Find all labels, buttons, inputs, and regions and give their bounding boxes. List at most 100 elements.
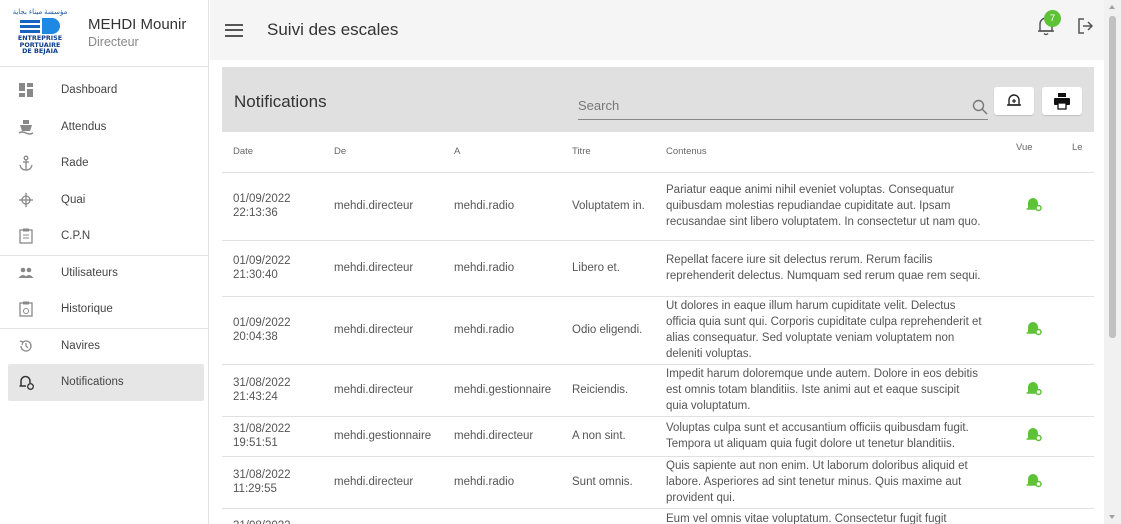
card-header: Notifications [222, 67, 1094, 132]
cell-titre: Odio eligendi. [565, 296, 659, 365]
column-header-titre[interactable]: Titre [565, 132, 659, 173]
company-logo: مؤسسة ميناء بجاية ENTREPRISE PORTUAIRE D… [12, 8, 68, 58]
cell-de: mehdi.directeur [323, 240, 443, 297]
clipboard-icon [16, 226, 36, 246]
cell-vue [994, 296, 1058, 365]
notification-settings-icon [16, 372, 36, 392]
cell-a: mehdi.radio [443, 172, 565, 241]
table-row[interactable]: 31/08/2022 19:51:51 mehdi.gestionnaire me… [222, 416, 1094, 457]
notification-count-badge: 7 [1044, 10, 1061, 27]
cell-date: 31/08/2022 19:51:51 [222, 416, 323, 457]
sidebar-item-rade[interactable]: Rade [0, 145, 208, 182]
column-header-a[interactable]: A [443, 132, 565, 173]
table-row[interactable]: 01/09/2022 20:04:38 mehdi.directeur mehdi… [222, 296, 1094, 365]
cell-de: mehdi.gestionnaire [323, 416, 443, 457]
cell-le [1058, 240, 1094, 297]
scroll-up-arrow-icon[interactable] [1109, 5, 1115, 9]
table-row[interactable]: 01/09/2022 21:30:40 mehdi.directeur mehdi… [222, 240, 1094, 297]
sidebar-item-label: Quai [61, 193, 86, 206]
sidebar-item-label: Attendus [61, 120, 107, 133]
cell-date: 31/08/2022 [222, 508, 323, 524]
table-row[interactable]: 31/08/2022 Eum vel omnis vitae voluptatu… [222, 508, 1094, 524]
sidebar-item-utilisateurs[interactable]: Utilisateurs [0, 254, 208, 292]
cell-contenu: Quis sapiente aut non enim. Ut laborum d… [659, 456, 994, 509]
page-scrollbar[interactable] [1104, 0, 1121, 524]
user-role: Directeur [88, 35, 139, 49]
sidebar-item-cpn[interactable]: C.P.N [0, 218, 208, 255]
sidebar-nav: Dashboard Attendus Rade Quai C.P.N Utili… [0, 67, 208, 401]
cell-vue [994, 416, 1058, 457]
notifications-table: Date De A Titre Contenus Vue Le 01/09/20… [222, 132, 1094, 524]
cell-le [1058, 172, 1094, 241]
cell-a: mehdi.radio [443, 296, 565, 365]
print-button[interactable] [1042, 87, 1082, 115]
cell-a: mehdi.gestionnaire [443, 364, 565, 417]
logo-text: ENTREPRISE PORTUAIRE DE BEJAIA [17, 34, 63, 55]
bell-settings-icon[interactable] [1025, 425, 1043, 448]
anchor-icon [16, 153, 36, 173]
cell-contenu: Ut dolores in eaque illum harum cupidita… [659, 296, 994, 365]
cell-contenu: Voluptas culpa sunt et accusantium offic… [659, 416, 994, 457]
cell-titre: Sunt omnis. [565, 456, 659, 509]
cell-le [1058, 416, 1094, 457]
bell-settings-icon[interactable] [1025, 195, 1043, 218]
cell-titre: Voluptatem in. [565, 172, 659, 241]
sidebar-item-dashboard[interactable]: Dashboard [0, 72, 208, 109]
sidebar-item-label: Utilisateurs [61, 267, 118, 280]
page-title: Suivi des escales [267, 20, 399, 39]
cell-a: mehdi.directeur [443, 416, 565, 457]
add-notification-button[interactable] [994, 87, 1034, 115]
table-row[interactable]: 31/08/2022 21:43:24 mehdi.directeur mehdi… [222, 364, 1094, 417]
bell-settings-icon[interactable] [1025, 379, 1043, 402]
table-header-row: Date De A Titre Contenus Vue Le [222, 132, 1094, 173]
logout-icon[interactable] [1076, 17, 1094, 35]
cell-contenu: Pariatur eaque animi nihil eveniet volup… [659, 172, 994, 241]
search-input[interactable] [578, 94, 958, 113]
logo-arabic-text: مؤسسة ميناء بجاية [12, 9, 68, 16]
cell-titre: A non sint. [565, 416, 659, 457]
column-header-date[interactable]: Date [222, 132, 323, 173]
user-name: MEHDI Mounir [88, 16, 187, 33]
search-icon[interactable] [972, 99, 988, 115]
cell-titre: Libero et. [565, 240, 659, 297]
cell-de: mehdi.directeur [323, 296, 443, 365]
ship-icon [16, 117, 36, 137]
sidebar-item-label: C.P.N [61, 230, 91, 243]
column-header-contenus[interactable]: Contenus [659, 132, 994, 173]
sidebar-item-notifications[interactable]: Notifications [8, 364, 204, 401]
cell-date: 01/09/2022 22:13:36 [222, 172, 323, 241]
sidebar-item-attendus[interactable]: Attendus [0, 109, 208, 146]
menu-icon[interactable] [225, 21, 243, 39]
top-actions: 7 [1036, 10, 1094, 38]
sidebar-item-quai[interactable]: Quai [0, 182, 208, 219]
bell-plus-icon [1007, 94, 1021, 106]
cell-de: mehdi.directeur [323, 456, 443, 509]
scroll-down-arrow-icon[interactable] [1109, 515, 1115, 519]
sidebar-item-navires[interactable]: Navires [0, 327, 208, 365]
bell-settings-icon[interactable] [1025, 319, 1043, 342]
sidebar-item-historique[interactable]: Historique [0, 291, 208, 328]
bell-settings-icon[interactable] [1025, 471, 1043, 494]
cell-le [1058, 296, 1094, 365]
app-root: مؤسسة ميناء بجاية ENTREPRISE PORTUAIRE D… [0, 0, 1121, 524]
column-header-le[interactable]: Le [1058, 132, 1094, 173]
sidebar-item-label: Notifications [61, 376, 124, 389]
sidebar-item-label: Dashboard [61, 84, 118, 97]
column-header-vue[interactable]: Vue [994, 132, 1058, 173]
notification-bell-button[interactable]: 7 [1036, 10, 1061, 38]
table-row[interactable]: 31/08/2022 11:29:55 mehdi.directeur mehdi… [222, 456, 1094, 509]
dock-icon [16, 190, 36, 210]
cell-vue [994, 364, 1058, 417]
scrollbar-thumb[interactable] [1109, 16, 1116, 338]
cell-contenu: Eum vel omnis vitae voluptatum. Consecte… [659, 508, 994, 524]
logo-mark [20, 17, 60, 35]
table-row[interactable]: 01/09/2022 22:13:36 mehdi.directeur mehdi… [222, 172, 1094, 241]
cell-date: 31/08/2022 21:43:24 [222, 364, 323, 417]
cell-le [1058, 364, 1094, 417]
restore-icon [16, 336, 36, 356]
column-header-de[interactable]: De [323, 132, 443, 173]
cell-date: 01/09/2022 20:04:38 [222, 296, 323, 365]
topbar: Suivi des escales 7 [210, 0, 1104, 60]
cell-date: 01/09/2022 21:30:40 [222, 240, 323, 297]
cell-contenu: Repellat facere iure sit delectus rerum.… [659, 240, 994, 297]
